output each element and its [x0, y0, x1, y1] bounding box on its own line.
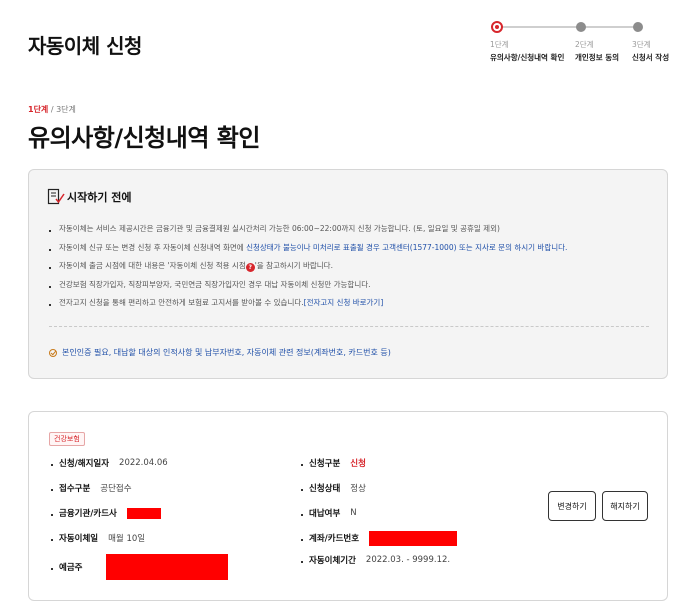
field-bank: 금융기관/카드사	[51, 506, 161, 520]
list-item: 자동이체 출금 시점에 대한 내용은 '자동이체 신청 적용 시점? '을 참고하…	[49, 259, 649, 278]
step-3-number: 3단계	[632, 40, 651, 49]
progress-stepper: 1단계 2단계 3단계 유의사항/신청내역 확인 개인정보 동의 신청서 작성	[488, 20, 670, 70]
field-label: 자동이체기간	[309, 556, 356, 566]
checklist-icon	[47, 188, 65, 205]
notice-text: 자동이체는 서비스 제공시간은 금융기관 및 금융결제원 실시간처리 가능한 0…	[59, 224, 500, 233]
field-value: 2022.04.06	[119, 458, 168, 468]
e-notice-link[interactable]: [전자고지 신청 바로가기]	[304, 298, 384, 307]
field-status: 신청상태 정상	[301, 481, 366, 495]
field-value: 2022.03. - 9999.12.	[365, 555, 451, 565]
notice-title: 시작하기 전에	[67, 191, 132, 204]
field-label: 신청상태	[309, 484, 341, 494]
status-badge: 건강보험	[49, 432, 85, 446]
stepper-line	[498, 26, 583, 28]
redacted-depositor	[106, 554, 229, 580]
stepper-line	[583, 26, 638, 28]
list-item: 자동이체 신규 또는 변경 신청 후 자동이체 신청내역 화면에 신청상태가 불…	[49, 241, 649, 260]
notice-text: 전자고지 신청을 통해 편리하고 안전하게 보험료 고지서를 받아볼 수 있습니…	[59, 298, 304, 308]
step-1-label: 유의사항/신청내역 확인	[490, 53, 565, 62]
field-apply-date: 신청/해지일자 2022.04.06	[51, 456, 168, 470]
notice-box: 시작하기 전에 자동이체는 서비스 제공시간은 금융기관 및 금융결제원 실시간…	[28, 169, 668, 379]
notice-highlight: 신청상태가 불능이나 미처리로 표출될 경우 고객센터(1577-1000) 또…	[246, 242, 568, 252]
step-2-number: 2단계	[575, 40, 594, 49]
field-apply-type: 신청구분 신청	[301, 456, 366, 470]
field-transfer-day: 자동이체일 매월 10일	[50, 531, 146, 545]
field-value: 매월 10일	[108, 534, 146, 544]
divider	[49, 326, 649, 327]
field-label: 신청/해지일자	[59, 459, 110, 469]
step-progress: 1단계 / 3단계	[28, 104, 76, 115]
field-value: 신청	[350, 459, 366, 469]
list-item: 건강보험 직장가입자, 직장피부양자, 국민연금 직장가입자인 경우 대납 자동…	[49, 278, 649, 297]
field-label: 신청구분	[309, 459, 341, 469]
notice-text: 자동이체 신규 또는 변경 신청 후 자동이체 신청내역 화면에	[59, 242, 247, 252]
current-step: 1단계	[28, 105, 49, 114]
notice-text: 자동이체 출금 시점에 대한 내용은 '자동이체 신청 적용 시점	[59, 261, 246, 271]
requirements-note: 본인인증 필요, 대납할 대상의 인적사항 및 납부자번호, 자동이체 관련 정…	[49, 347, 391, 358]
notice-header: 시작하기 전에	[47, 188, 132, 206]
field-value: N	[350, 508, 357, 518]
field-proxy: 대납여부 N	[301, 506, 357, 520]
field-label: 예금주	[59, 563, 83, 573]
field-value: 공단접수	[100, 484, 132, 494]
list-item: 전자고지 신청을 통해 편리하고 안전하게 보험료 고지서를 받아볼 수 있습니…	[49, 296, 649, 315]
notice-list: 자동이체는 서비스 제공시간은 금융기관 및 금융결제원 실시간처리 가능한 0…	[49, 222, 649, 315]
step-2-label: 개인정보 동의	[575, 53, 620, 62]
total-steps: / 3단계	[48, 105, 76, 114]
field-label: 금융기관/카드사	[59, 509, 117, 519]
field-value: 정상	[350, 484, 366, 494]
notice-text: 건강보험 직장가입자, 직장피부양자, 국민연금 직장가입자인 경우 대납 자동…	[59, 279, 371, 289]
page-title: 자동이체 신청	[28, 34, 142, 58]
step-2-dot-icon	[576, 22, 586, 32]
field-account: 계좌/카드번호	[300, 530, 458, 546]
list-item: 자동이체는 서비스 제공시간은 금융기관 및 금융결제원 실시간처리 가능한 0…	[49, 222, 649, 241]
transfer-detail-card: 건강보험 신청/해지일자 2022.04.06 접수구분 공단접수 금융기관/카…	[28, 411, 668, 601]
notice-text: '을 참고하시기 바랍니다.	[254, 261, 333, 271]
step-1-dot-icon	[491, 21, 503, 33]
change-button[interactable]: 변경하기	[548, 491, 596, 521]
field-label: 자동이체일	[59, 534, 99, 544]
redacted-account	[369, 530, 458, 546]
step-3-label: 신청서 작성	[632, 53, 670, 62]
field-period: 자동이체기간 2022.03. - 9999.12.	[300, 553, 451, 567]
check-circle-icon	[49, 348, 57, 357]
step-1-number: 1단계	[490, 40, 509, 49]
requirements-text: 본인인증 필요, 대납할 대상의 인적사항 및 납부자번호, 자동이체 관련 정…	[62, 348, 391, 357]
redacted-bank	[126, 507, 161, 519]
field-label: 계좌/카드번호	[309, 534, 360, 544]
field-receipt: 접수구분 공단접수	[51, 481, 132, 495]
section-title: 유의사항/신청내역 확인	[28, 124, 260, 152]
field-depositor: 예금주	[50, 554, 229, 580]
help-icon[interactable]: ?	[245, 263, 255, 273]
field-label: 대납여부	[309, 509, 341, 519]
field-label: 접수구분	[59, 484, 91, 494]
cancel-button[interactable]: 해지하기	[602, 491, 648, 521]
step-3-dot-icon	[633, 22, 643, 32]
